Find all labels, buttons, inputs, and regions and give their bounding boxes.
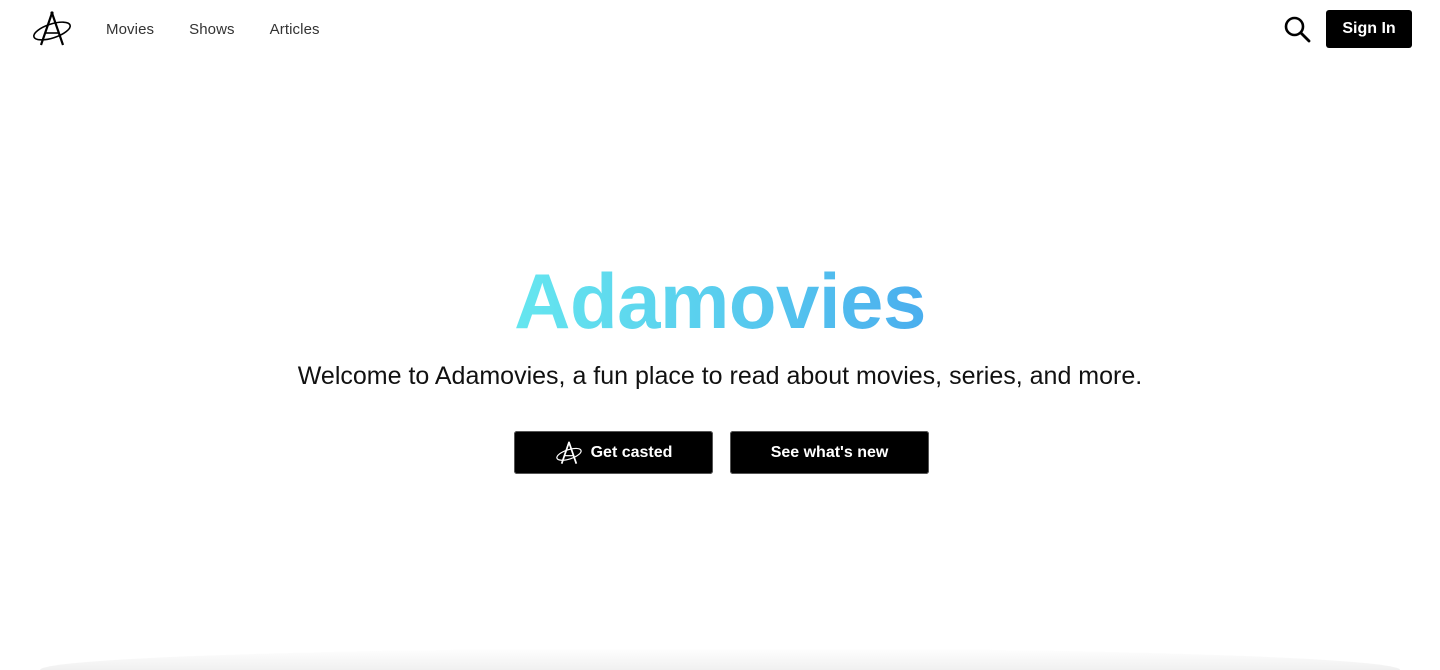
- adamovies-logo[interactable]: [31, 9, 73, 49]
- sign-in-button[interactable]: Sign In: [1326, 10, 1412, 48]
- get-casted-label: Get casted: [590, 443, 673, 461]
- see-whats-new-label: See what's new: [770, 443, 889, 461]
- cta-button-row: Get casted See what's new: [514, 431, 930, 474]
- nav-link-shows[interactable]: Shows: [189, 21, 235, 38]
- main-nav: Movies Shows Articles: [106, 0, 320, 58]
- hero-title: Adamovies: [0, 258, 1440, 344]
- top-nav-bar: Movies Shows Articles Sign In: [0, 0, 1440, 58]
- bottom-section-shadow: [40, 648, 1400, 670]
- hero-subtitle: Welcome to Adamovies, a fun place to rea…: [297, 362, 1143, 390]
- search-icon[interactable]: [1283, 15, 1311, 43]
- get-casted-button[interactable]: Get casted: [514, 431, 713, 474]
- nav-link-movies[interactable]: Movies: [106, 21, 154, 38]
- see-whats-new-button[interactable]: See what's new: [730, 431, 929, 474]
- page: Movies Shows Articles Sign In Adamovies …: [0, 0, 1440, 670]
- adamovies-logo-icon: [555, 440, 582, 464]
- nav-link-articles[interactable]: Articles: [270, 21, 320, 38]
- hero-title-text: Adamovies: [514, 257, 926, 345]
